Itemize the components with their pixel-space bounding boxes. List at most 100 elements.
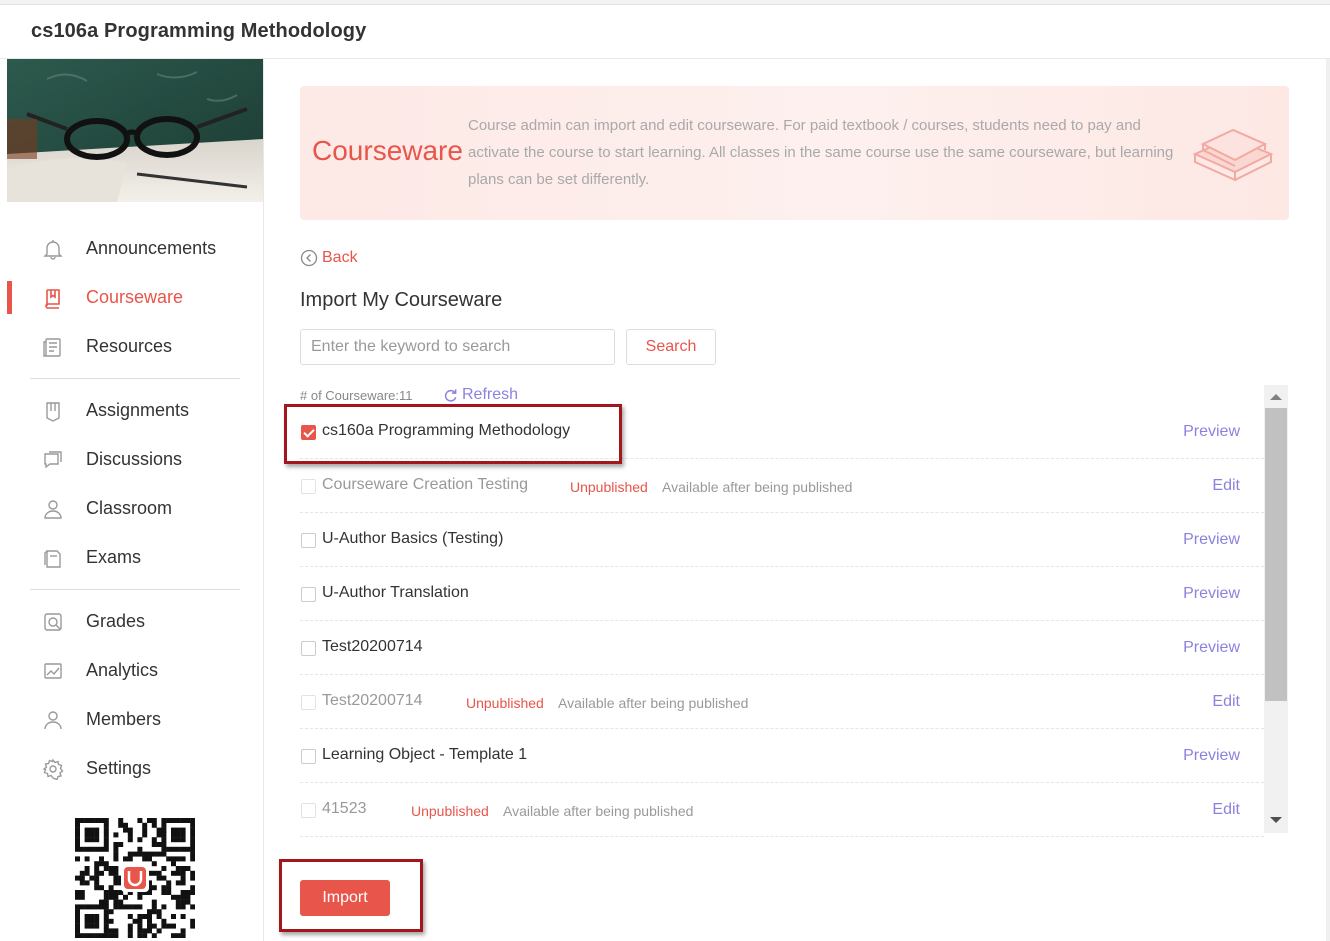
info-description: Course admin can import and edit coursew… [468,117,1174,188]
list-scrollbar[interactable] [1264,385,1288,833]
search-input[interactable] [300,329,615,365]
item-checkbox [301,479,316,494]
book-icon [41,286,65,310]
courseware-count: # of Courseware:11 [300,388,413,403]
item-checkbox[interactable] [301,533,316,548]
divider [30,589,240,590]
course-banner-image [7,59,263,202]
sidebar-item-label: Announcements [86,238,217,258]
list-item: Test20200714 Unpublished Available after b… [300,675,1264,729]
sidebar-item-classroom[interactable]: Classroom [7,484,263,533]
preview-link[interactable]: Preview [1183,531,1240,549]
sidebar-item-label: Settings [86,758,152,778]
search-button[interactable]: Search [626,329,716,365]
grades-icon [41,610,65,634]
list-item: U-Author Basics (Testing) Preview [300,513,1264,567]
sidebar-item-analytics[interactable]: Analytics [7,646,263,695]
item-name: U-Author Translation [322,584,469,601]
exam-icon [41,546,65,570]
status-note: Available after being published [662,479,853,495]
folder-icon [41,335,65,359]
preview-link[interactable]: Preview [1183,639,1240,657]
classroom-icon [41,497,65,521]
courseware-info-banner: Courseware Course admin can import and e… [300,86,1289,220]
item-name: U-Author Basics (Testing) [322,530,504,547]
sidebar-item-label: Members [86,709,162,729]
scrollbar-thumb[interactable] [1265,408,1287,701]
status-note: Available after being published [558,695,749,711]
item-checkbox[interactable] [301,425,316,440]
item-checkbox [301,695,316,710]
courseware-list: cs160a Programming Methodology Preview Cou… [300,405,1264,837]
sidebar-item-label: Resources [86,336,173,356]
preview-link[interactable]: Preview [1183,747,1240,765]
back-label: Back [322,249,358,266]
sidebar-item-courseware[interactable]: Courseware [7,273,263,322]
sidebar-item-resources[interactable]: Resources [7,322,263,371]
members-icon [41,708,65,732]
main-content: Courseware Course admin can import and e… [264,59,1326,941]
list-item: cs160a Programming Methodology Preview [300,405,1264,459]
section-title: Import My Courseware [300,289,503,311]
item-name: Test20200714 [322,638,423,655]
import-button[interactable]: Import [300,880,390,916]
refresh-button[interactable]: Refresh [443,386,518,404]
list-item: Test20200714 Preview [300,621,1264,675]
sidebar-item-exams[interactable]: Exams [7,533,263,582]
status-badge: Unpublished [570,479,648,495]
item-checkbox [301,803,316,818]
qr-code [75,818,196,939]
sidebar-item-settings[interactable]: Settings [7,744,263,793]
refresh-label: Refresh [462,386,519,403]
list-item: 41523 Unpublished Available after being pu… [300,783,1264,837]
chat-icon [41,448,65,472]
sidebar-item-label: Assignments [86,400,190,420]
gear-icon [41,757,65,781]
sidebar-item-label: Classroom [86,498,173,518]
refresh-icon [444,388,457,402]
sidebar-item-label: Exams [86,547,142,567]
edit-link[interactable]: Edit [1212,801,1240,819]
sidebar: Announcements Courseware Resources Assig… [7,59,264,941]
item-name: 41523 [322,800,367,817]
course-title: cs106a Programming Methodology [31,20,367,42]
preview-link[interactable]: Preview [1183,423,1240,441]
sidebar-item-label: Grades [86,611,146,631]
assignment-icon [41,399,65,423]
info-heading: Courseware [312,135,463,166]
status-badge: Unpublished [411,803,489,819]
back-arrow-icon [300,249,318,267]
preview-link[interactable]: Preview [1183,585,1240,603]
analytics-icon [41,659,65,683]
item-checkbox[interactable] [301,587,316,602]
sidebar-item-discussions[interactable]: Discussions [7,435,263,484]
sidebar-item-assignments[interactable]: Assignments [7,386,263,435]
sidebar-item-members[interactable]: Members [7,695,263,744]
status-note: Available after being published [503,803,694,819]
item-checkbox[interactable] [301,749,316,764]
sidebar-item-label: Courseware [86,287,184,307]
page-header: cs106a Programming Methodology [0,5,1330,59]
item-checkbox[interactable] [301,641,316,656]
divider [30,378,240,379]
item-name: Test20200714 [322,692,423,709]
sidebar-item-grades[interactable]: Grades [7,597,263,646]
window-edge [1326,59,1330,941]
scroll-up-arrow-icon[interactable] [1270,394,1282,400]
bell-icon [41,237,65,261]
sidebar-item-label: Analytics [86,660,159,680]
book-illustration-icon [1189,116,1275,193]
item-name: Courseware Creation Testing [322,476,529,493]
status-badge: Unpublished [466,695,544,711]
sidebar-nav: Announcements Courseware Resources Assig… [7,224,263,793]
sidebar-item-announcements[interactable]: Announcements [7,224,263,273]
item-name: cs160a Programming Methodology [322,422,571,439]
edit-link[interactable]: Edit [1212,693,1240,711]
item-name: Learning Object - Template 1 [322,746,528,763]
sidebar-item-label: Discussions [86,449,183,469]
list-item: Courseware Creation Testing Unpublished Av… [300,459,1264,513]
list-item: U-Author Translation Preview [300,567,1264,621]
scroll-down-arrow-icon[interactable] [1270,817,1282,823]
edit-link[interactable]: Edit [1212,477,1240,495]
back-link[interactable]: Back [300,249,358,267]
